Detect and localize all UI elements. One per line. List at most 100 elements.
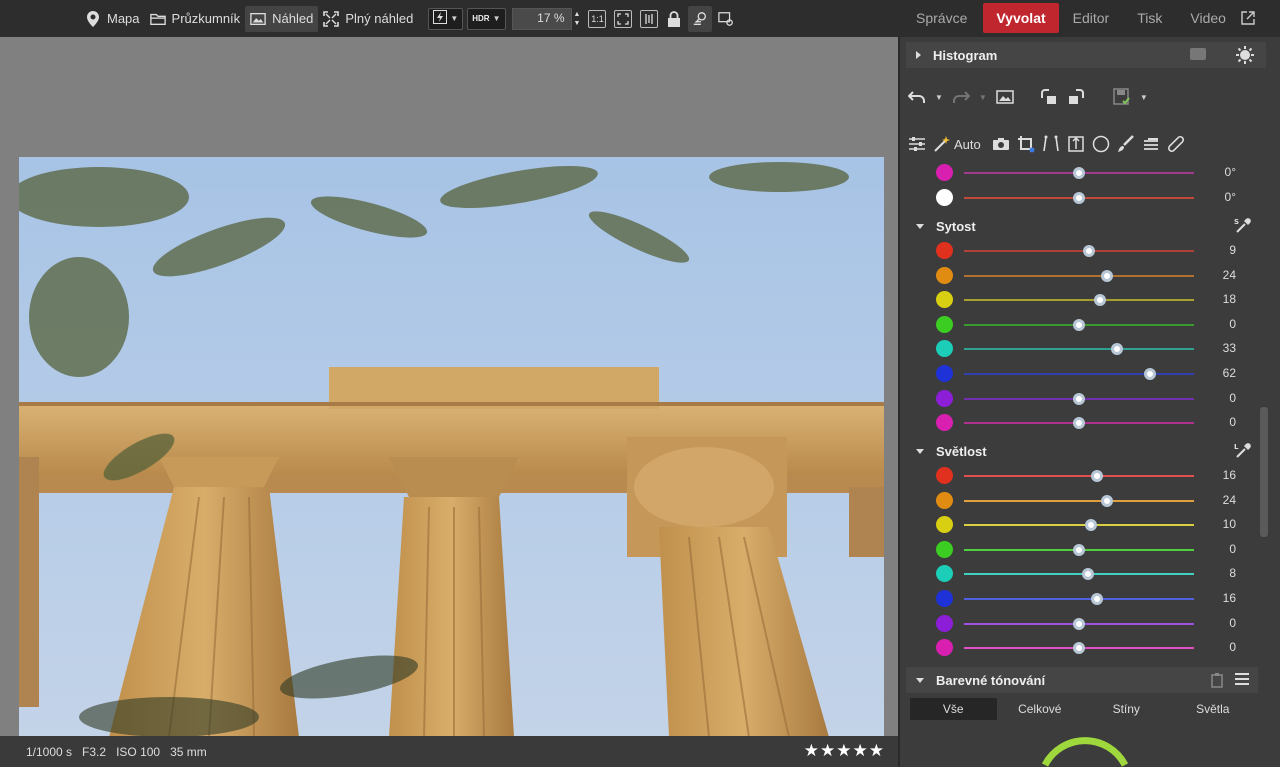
rotate-right-icon[interactable] (1067, 88, 1085, 106)
lightness-slider-track[interactable] (964, 598, 1194, 600)
saturation-section-header[interactable]: Sytost S (916, 215, 1254, 237)
star-icon[interactable]: ★ (869, 740, 884, 762)
star-icon[interactable]: ★ (853, 740, 868, 762)
panel-scrollbar[interactable] (1260, 407, 1268, 537)
rating-stars[interactable]: ★ ★ ★ ★ ★ (804, 740, 884, 762)
paste-icon[interactable] (1210, 672, 1226, 691)
zoom-1-1-button[interactable]: 1:1 (588, 9, 607, 28)
color-swatch-icon (936, 467, 953, 484)
star-icon[interactable]: ★ (820, 740, 835, 762)
eyedropper-icon[interactable]: S (1234, 217, 1252, 235)
hue-slider-handle[interactable] (1073, 191, 1085, 204)
save-preset-icon[interactable] (1113, 88, 1131, 106)
toolbar-item-full-preview[interactable]: Plný náhled (318, 6, 418, 32)
rotate-left-icon[interactable] (1040, 88, 1058, 106)
tab-highlights[interactable]: Světla (1170, 698, 1257, 720)
lightness-slider-handle[interactable] (1091, 593, 1104, 605)
color-toning-header[interactable]: Barevné tónování (906, 667, 1258, 693)
lightness-section-header[interactable]: Světlost L (916, 440, 1254, 462)
lightness-slider-track[interactable] (964, 499, 1194, 502)
saturation-slider-handle[interactable] (1093, 294, 1106, 307)
lightness-slider-handle[interactable] (1100, 494, 1113, 507)
histogram-header[interactable]: Histogram (906, 42, 1266, 68)
chevron-up-icon[interactable]: ▲ (574, 10, 581, 19)
chevron-down-icon[interactable]: ▼ (979, 93, 987, 102)
radial-filter-icon[interactable] (1092, 135, 1110, 153)
zoom-input[interactable]: 17 % (511, 7, 572, 30)
toolbar-item-browser[interactable]: Průzkumník (145, 6, 246, 32)
magic-wand-icon[interactable] (933, 135, 951, 153)
zoom-stepper[interactable]: ▲ ▼ (574, 10, 581, 28)
histogram-mode-icon[interactable] (1190, 48, 1206, 60)
chevron-down-icon[interactable]: ▼ (935, 93, 943, 102)
lightness-slider-handle[interactable] (1073, 617, 1085, 630)
redo-icon[interactable] (952, 88, 970, 106)
eyedropper-icon[interactable]: L (1234, 442, 1252, 460)
saturation-slider-row: 9 (936, 240, 1236, 262)
brush-icon[interactable] (1117, 135, 1135, 153)
lightness-slider-handle[interactable] (1082, 568, 1095, 581)
chevron-down-icon[interactable]: ▼ (574, 19, 581, 28)
chevron-down-icon[interactable]: ▼ (1140, 93, 1148, 102)
perspective-icon[interactable] (1042, 135, 1060, 153)
crop-icon[interactable] (1017, 135, 1035, 153)
retouch-bandage-icon[interactable] (1167, 135, 1185, 153)
tab-editor[interactable]: Editor (1063, 3, 1120, 33)
chevron-down-icon: ▼ (492, 14, 501, 23)
saturation-slider-row: 0 (936, 314, 1236, 336)
saturation-slider-track[interactable] (964, 250, 1194, 252)
fit-height-button[interactable] (640, 9, 659, 28)
lightness-slider-handle[interactable] (1084, 519, 1097, 532)
menu-icon[interactable] (1234, 672, 1250, 689)
color-wheel-arc[interactable] (1040, 737, 1130, 767)
lock-icon[interactable] (666, 10, 682, 27)
image-settings-icon[interactable] (718, 11, 734, 27)
toolbar-item-map[interactable]: Mapa (80, 6, 145, 32)
star-icon[interactable]: ★ (804, 740, 819, 762)
tab-shadows[interactable]: Stíny (1083, 698, 1170, 720)
auto-label[interactable]: Auto (954, 137, 981, 152)
lightness-slider-handle[interactable] (1073, 642, 1085, 655)
hue-slider-handle[interactable] (1073, 167, 1085, 179)
camera-icon[interactable] (992, 135, 1010, 153)
lightness-slider-track[interactable] (964, 573, 1194, 576)
tab-develop[interactable]: Vyvolat (983, 3, 1059, 33)
saturation-slider-handle[interactable] (1100, 269, 1113, 282)
loupe-button[interactable] (688, 5, 713, 32)
saturation-slider-handle[interactable] (1110, 343, 1123, 356)
hdr-button[interactable]: HDR ▼ (467, 7, 506, 30)
undo-icon[interactable] (908, 88, 926, 106)
saturation-slider-track[interactable] (964, 348, 1194, 351)
upright-icon[interactable] (1067, 135, 1085, 153)
saturation-slider-handle[interactable] (1083, 245, 1096, 257)
toolbar-item-label: Náhled (272, 11, 314, 26)
saturation-slider-track[interactable] (964, 274, 1194, 277)
external-window-icon[interactable] (1240, 10, 1256, 26)
compare-image-icon[interactable] (996, 88, 1014, 106)
saturation-slider-row: 33 (936, 338, 1236, 360)
tab-video[interactable]: Video (1180, 3, 1236, 33)
settings-sun-icon[interactable] (1236, 46, 1254, 67)
lightness-slider-handle[interactable] (1073, 543, 1085, 556)
saturation-slider-handle[interactable] (1073, 392, 1085, 405)
tab-all[interactable]: Vše (910, 698, 997, 720)
lightness-slider-track[interactable] (964, 524, 1194, 527)
flash-mode-button[interactable]: ▼ (428, 7, 464, 30)
saturation-slider-track[interactable] (964, 299, 1194, 302)
tab-overall[interactable]: Celkové (997, 698, 1084, 720)
toolbar-item-preview[interactable]: Náhled (245, 5, 319, 32)
star-icon[interactable]: ★ (836, 740, 851, 762)
saturation-slider-track[interactable] (964, 373, 1194, 375)
fit-to-window-button[interactable] (614, 9, 633, 28)
photo-preview[interactable] (19, 157, 884, 737)
saturation-slider-handle[interactable] (1073, 417, 1085, 430)
gradient-filter-icon[interactable] (1142, 135, 1160, 153)
lightness-slider-handle[interactable] (1091, 470, 1104, 482)
lightness-slider-track[interactable] (964, 475, 1194, 477)
lightness-value: 10 (1222, 517, 1236, 532)
tab-manager[interactable]: Správce (906, 3, 977, 33)
saturation-slider-handle[interactable] (1144, 368, 1157, 380)
saturation-slider-handle[interactable] (1073, 318, 1085, 331)
sliders-icon[interactable] (908, 135, 926, 153)
tab-print[interactable]: Tisk (1127, 3, 1172, 33)
